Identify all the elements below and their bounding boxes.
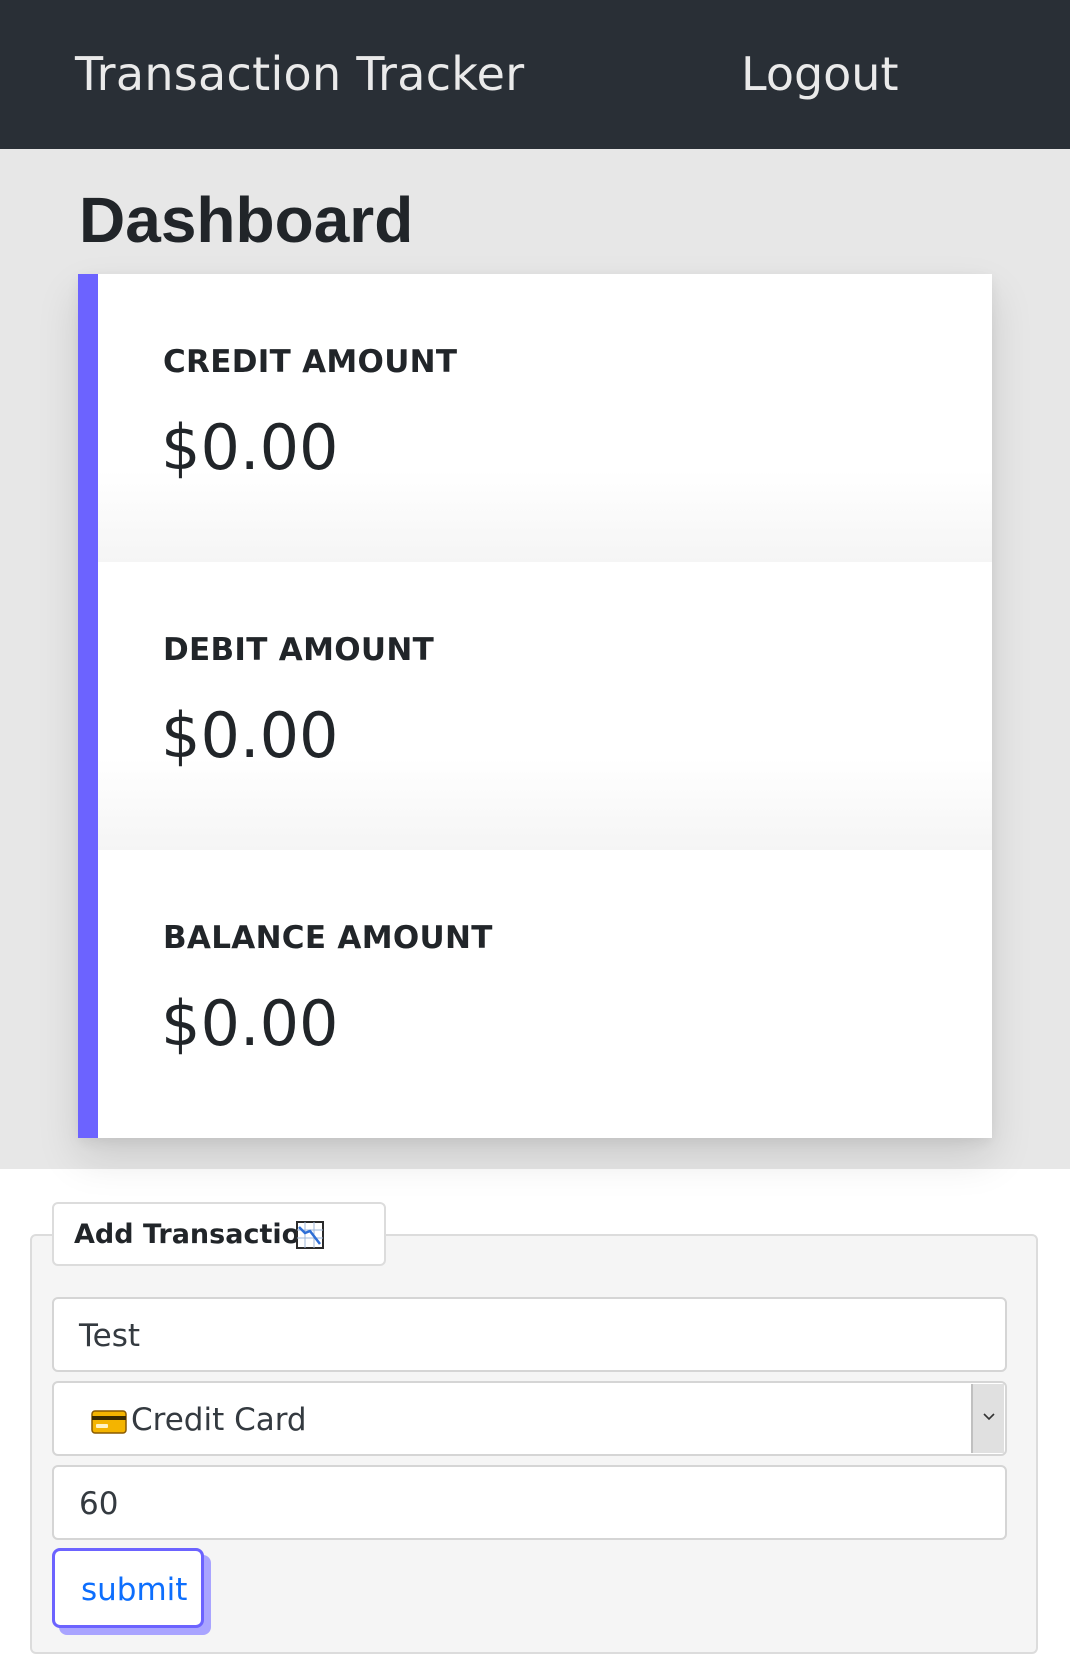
- credit-card-icon: [91, 1410, 127, 1434]
- debit-amount-label: DEBIT AMOUNT: [163, 632, 435, 668]
- balance-amount-label: BALANCE AMOUNT: [163, 920, 493, 956]
- select-dropdown-button[interactable]: [971, 1384, 1004, 1453]
- submit-button-label: submit: [81, 1572, 188, 1608]
- transaction-type-select[interactable]: Credit Card: [52, 1381, 1007, 1456]
- balance-amount-card: BALANCE AMOUNT $0.00: [98, 850, 992, 1138]
- chart-decreasing-icon: [296, 1221, 324, 1249]
- dashboard-section: Dashboard CREDIT AMOUNT $0.00 DEBIT AMOU…: [0, 149, 1070, 1169]
- credit-amount-label: CREDIT AMOUNT: [163, 344, 458, 380]
- credit-amount-card: CREDIT AMOUNT $0.00: [98, 274, 992, 562]
- summary-cards: CREDIT AMOUNT $0.00 DEBIT AMOUNT $0.00 B…: [78, 274, 992, 1138]
- balance-amount-value: $0.00: [161, 987, 339, 1060]
- description-input[interactable]: Test: [52, 1297, 1007, 1372]
- page-title: Dashboard: [79, 184, 414, 256]
- navbar: Transaction Tracker Logout: [0, 0, 1070, 149]
- submit-button[interactable]: submit: [52, 1548, 204, 1628]
- app-brand[interactable]: Transaction Tracker: [75, 44, 524, 104]
- amount-input[interactable]: 60: [52, 1465, 1007, 1540]
- description-input-value: Test: [79, 1318, 141, 1354]
- transaction-type-selected: Credit Card: [131, 1402, 307, 1438]
- add-transaction-legend: Add Transaction: [52, 1202, 386, 1266]
- accent-bar: [78, 274, 98, 1138]
- logout-link[interactable]: Logout: [741, 44, 899, 104]
- debit-amount-value: $0.00: [161, 699, 339, 772]
- credit-amount-value: $0.00: [161, 411, 339, 484]
- chevron-down-icon: [983, 1413, 995, 1421]
- debit-amount-card: DEBIT AMOUNT $0.00: [98, 562, 992, 850]
- legend-label: Add Transaction: [74, 1219, 320, 1250]
- amount-input-value: 60: [79, 1486, 119, 1522]
